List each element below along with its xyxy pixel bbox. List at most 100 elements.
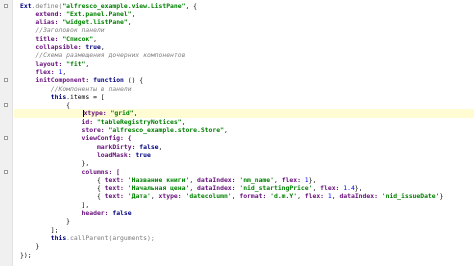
code-token: , — [62, 67, 67, 76]
code-line[interactable]: this.callParent(arguments); — [14, 234, 474, 242]
code-token: false — [139, 142, 159, 151]
code-token: , — [85, 59, 90, 68]
code-token: 'Название книги' — [127, 175, 190, 184]
code-editor[interactable]: Ext.define("alfresco_example.view.ListPa… — [0, 0, 474, 266]
code-token: function — [93, 76, 124, 85]
code-token: text: — [104, 175, 128, 184]
code-token: flex: — [20, 67, 59, 76]
code-line[interactable]: { text: 'Название книги', dataIndex: 'nm… — [14, 176, 474, 184]
code-line[interactable]: store: "alfresco_example.store.Store", — [14, 126, 474, 134]
code-token: "widget.listPane" — [62, 18, 128, 27]
current-code-line[interactable]: xtype: "grid", — [14, 109, 474, 118]
code-line[interactable]: ], — [14, 201, 474, 209]
code-token: flex: — [320, 184, 344, 193]
code-token: }, — [20, 159, 90, 168]
code-token: xtype: — [83, 109, 111, 118]
code-token: , — [150, 192, 159, 201]
code-token: this — [50, 92, 67, 101]
code-token: //Компоненты в панели — [20, 84, 132, 93]
code-token: "Список" — [62, 34, 94, 43]
code-token: Ext — [20, 1, 32, 10]
fold-toggle-icon[interactable] — [4, 78, 8, 83]
code-token: dataIndex: — [339, 192, 382, 201]
code-token: } — [20, 242, 40, 251]
code-token: "fit" — [66, 59, 86, 68]
code-token: }); — [20, 250, 32, 259]
code-line[interactable]: initComponent: function () { — [14, 76, 474, 84]
code-line[interactable]: collapsible: true, — [14, 43, 474, 51]
fold-toggle-icon[interactable] — [4, 136, 8, 141]
code-token: "alfresco_example.view.ListPane" — [62, 1, 186, 10]
code-token: markDirty: — [20, 142, 140, 151]
code-token: { — [20, 192, 105, 201]
code-token: , — [223, 126, 228, 134]
code-line[interactable]: flex: 1, — [14, 68, 474, 76]
code-line[interactable]: { text: 'Начальная цена', dataIndex: 'ni… — [14, 184, 474, 192]
code-token: store: — [20, 126, 109, 134]
code-token: () { — [123, 76, 144, 85]
editor-gutter[interactable] — [0, 0, 13, 266]
code-token: , — [100, 43, 105, 51]
code-line[interactable]: markDirty: false, — [14, 143, 474, 151]
fold-toggle-icon[interactable] — [4, 169, 8, 174]
code-area[interactable]: Ext.define("alfresco_example.view.ListPa… — [14, 0, 474, 266]
code-token: , — [127, 18, 132, 27]
code-token: //Заголовок панели — [20, 26, 105, 35]
code-token: true — [85, 43, 101, 51]
code-token: format: — [239, 192, 271, 201]
fold-toggle-icon[interactable] — [4, 103, 8, 108]
code-line[interactable]: //Схема размещения дочерних компонентов — [14, 51, 474, 59]
code-line[interactable]: { — [14, 101, 474, 109]
code-token: title: — [20, 34, 63, 43]
code-line[interactable]: Ext.define("alfresco_example.view.ListPa… — [14, 2, 474, 10]
code-token: xtype: — [158, 192, 186, 201]
code-token: header: — [20, 209, 113, 217]
code-token: "tableRegistryNotices" — [96, 117, 182, 126]
code-token: } — [439, 192, 444, 201]
code-line[interactable]: extend: "Ext.panel.Panel", — [14, 10, 474, 18]
code-token: , — [189, 184, 198, 193]
code-token: , — [297, 192, 305, 201]
code-token: { — [20, 101, 71, 110]
code-token: flex: — [304, 192, 328, 201]
code-line[interactable]: }, — [14, 159, 474, 167]
code-token: 'Дата' — [127, 192, 151, 201]
code-token: loadMask: — [20, 150, 136, 159]
code-token: "Ext.panel.Panel" — [66, 9, 132, 18]
code-line[interactable]: header: false — [14, 209, 474, 217]
code-token: this — [50, 233, 67, 242]
code-token: collapsible: — [20, 43, 86, 51]
code-line[interactable]: } — [14, 242, 474, 250]
code-line[interactable]: title: "Список", — [14, 35, 474, 43]
code-token: layout: — [20, 59, 67, 68]
code-token: , — [158, 142, 163, 151]
code-line[interactable]: //Заголовок панели — [14, 26, 474, 34]
code-token: , — [273, 175, 282, 184]
code-token: id: — [20, 117, 97, 126]
code-line[interactable]: alias: "widget.listPane", — [14, 18, 474, 26]
code-line[interactable]: id: "tableRegistryNotices", — [14, 118, 474, 126]
code-token: viewConfig: { — [20, 134, 132, 143]
fold-toggle-icon[interactable] — [4, 3, 8, 8]
code-line[interactable]: }); — [14, 251, 474, 259]
code-line[interactable]: this.items = [ — [14, 93, 474, 101]
code-line[interactable]: viewConfig: { — [14, 134, 474, 142]
code-token: , — [133, 109, 138, 118]
code-token: false — [112, 209, 132, 217]
code-line[interactable]: columns: [ — [14, 168, 474, 176]
code-token: , { — [185, 1, 197, 10]
code-line[interactable]: //Компоненты в панели — [14, 85, 474, 93]
code-token: , — [181, 117, 186, 126]
code-token: initComponent: — [20, 76, 94, 85]
code-token: , — [312, 184, 321, 193]
code-line[interactable]: ]; — [14, 226, 474, 234]
code-line[interactable]: } — [14, 217, 474, 225]
code-line[interactable]: { text: 'Дата', xtype: 'datecolumn', for… — [14, 192, 474, 200]
code-line[interactable]: loadMask: true — [14, 151, 474, 159]
code-token: "grid" — [110, 109, 134, 118]
code-token: }, — [308, 175, 317, 184]
code-line[interactable]: layout: "fit", — [14, 60, 474, 68]
